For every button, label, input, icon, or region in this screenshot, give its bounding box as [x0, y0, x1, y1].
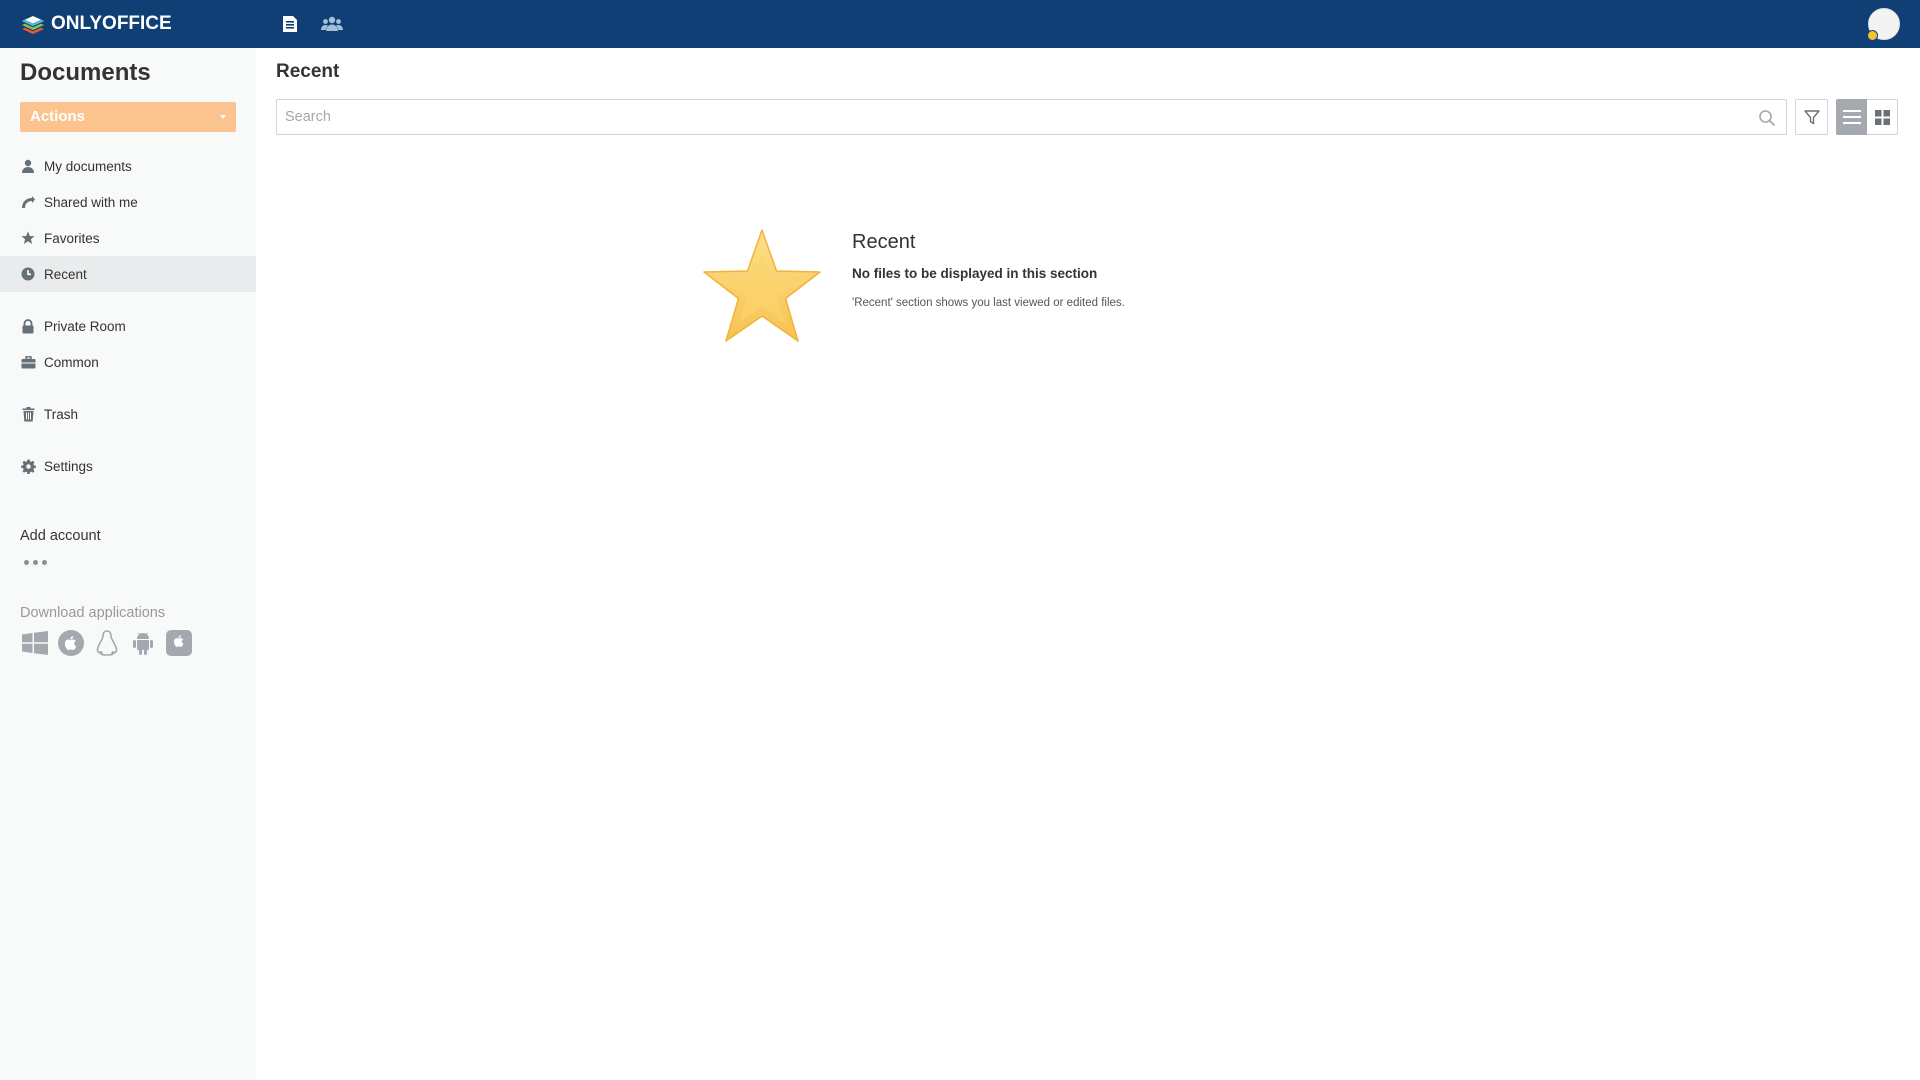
sidebar-item-favorites[interactable]: Favorites	[0, 220, 256, 256]
onlyoffice-logo-icon	[22, 16, 44, 34]
linux-icon[interactable]	[94, 630, 120, 656]
clock-icon	[20, 266, 36, 282]
sidebar-item-label: Trash	[44, 406, 79, 422]
sidebar-item-label: Settings	[44, 458, 93, 474]
user-avatar[interactable]	[1867, 8, 1900, 41]
sidebar-item-label: My documents	[44, 158, 132, 174]
actions-button[interactable]: Actions	[20, 102, 236, 132]
avatar-status-badge	[1867, 30, 1878, 41]
search-icon[interactable]	[1758, 109, 1776, 127]
share-icon	[20, 194, 36, 210]
star-icon	[20, 230, 36, 246]
sidebar-item-private-room[interactable]: Private Room	[0, 308, 256, 344]
sidebar-item-recent[interactable]: Recent	[0, 256, 256, 292]
tile-view-icon	[1874, 109, 1890, 125]
page-title: Recent	[276, 61, 340, 82]
sidebar-item-trash[interactable]: Trash	[0, 396, 256, 432]
sidebar-item-label: Shared with me	[44, 194, 138, 210]
download-apps-list	[22, 630, 192, 656]
list-view-button[interactable]	[1836, 99, 1867, 135]
documents-icon[interactable]	[278, 12, 302, 36]
sidebar-item-label: Recent	[44, 266, 87, 282]
macos-icon[interactable]	[58, 630, 84, 656]
people-icon[interactable]	[320, 12, 344, 36]
android-icon[interactable]	[130, 630, 156, 656]
empty-state-title: Recent	[852, 231, 916, 253]
sidebar-item-label: Private Room	[44, 318, 126, 334]
sidebar-item-label: Common	[44, 354, 99, 370]
sidebar-item-shared-with-me[interactable]: Shared with me	[0, 184, 256, 220]
brand-name: ONLYOFFICE	[51, 13, 172, 34]
trash-icon	[20, 406, 36, 422]
more-options-icon[interactable]	[24, 560, 47, 565]
actions-button-label: Actions	[30, 108, 86, 125]
top-bar: ONLYOFFICE	[0, 0, 1920, 48]
sidebar-title: Documents	[20, 59, 151, 86]
person-icon	[20, 158, 36, 174]
chevron-down-icon	[220, 115, 226, 119]
ios-icon[interactable]	[166, 630, 192, 656]
windows-icon[interactable]	[22, 630, 48, 656]
download-applications-title: Download applications	[20, 605, 166, 621]
gear-icon	[20, 458, 36, 474]
filter-icon	[1803, 110, 1820, 125]
sidebar-item-label: Favorites	[44, 230, 100, 246]
briefcase-icon	[20, 354, 36, 370]
sidebar-item-my-documents[interactable]: My documents	[0, 148, 256, 184]
search-box	[276, 99, 1787, 135]
sidebar-item-common[interactable]: Common	[0, 344, 256, 380]
tile-view-button[interactable]	[1867, 99, 1898, 135]
empty-state-subtitle: No files to be displayed in this section	[852, 266, 1098, 281]
search-input[interactable]	[277, 100, 1786, 134]
lock-icon	[20, 318, 36, 334]
list-view-icon	[1842, 110, 1861, 124]
empty-state-star-icon	[703, 229, 821, 342]
sidebar-item-settings[interactable]: Settings	[0, 448, 256, 484]
onlyoffice-logo[interactable]: ONLYOFFICE	[20, 11, 172, 37]
add-account-link[interactable]: Add account	[20, 528, 101, 544]
filter-button[interactable]	[1795, 99, 1828, 135]
empty-state-description: 'Recent' section shows you last viewed o…	[852, 297, 1125, 309]
sidebar: Documents Actions My documents Shared wi…	[0, 48, 256, 1080]
